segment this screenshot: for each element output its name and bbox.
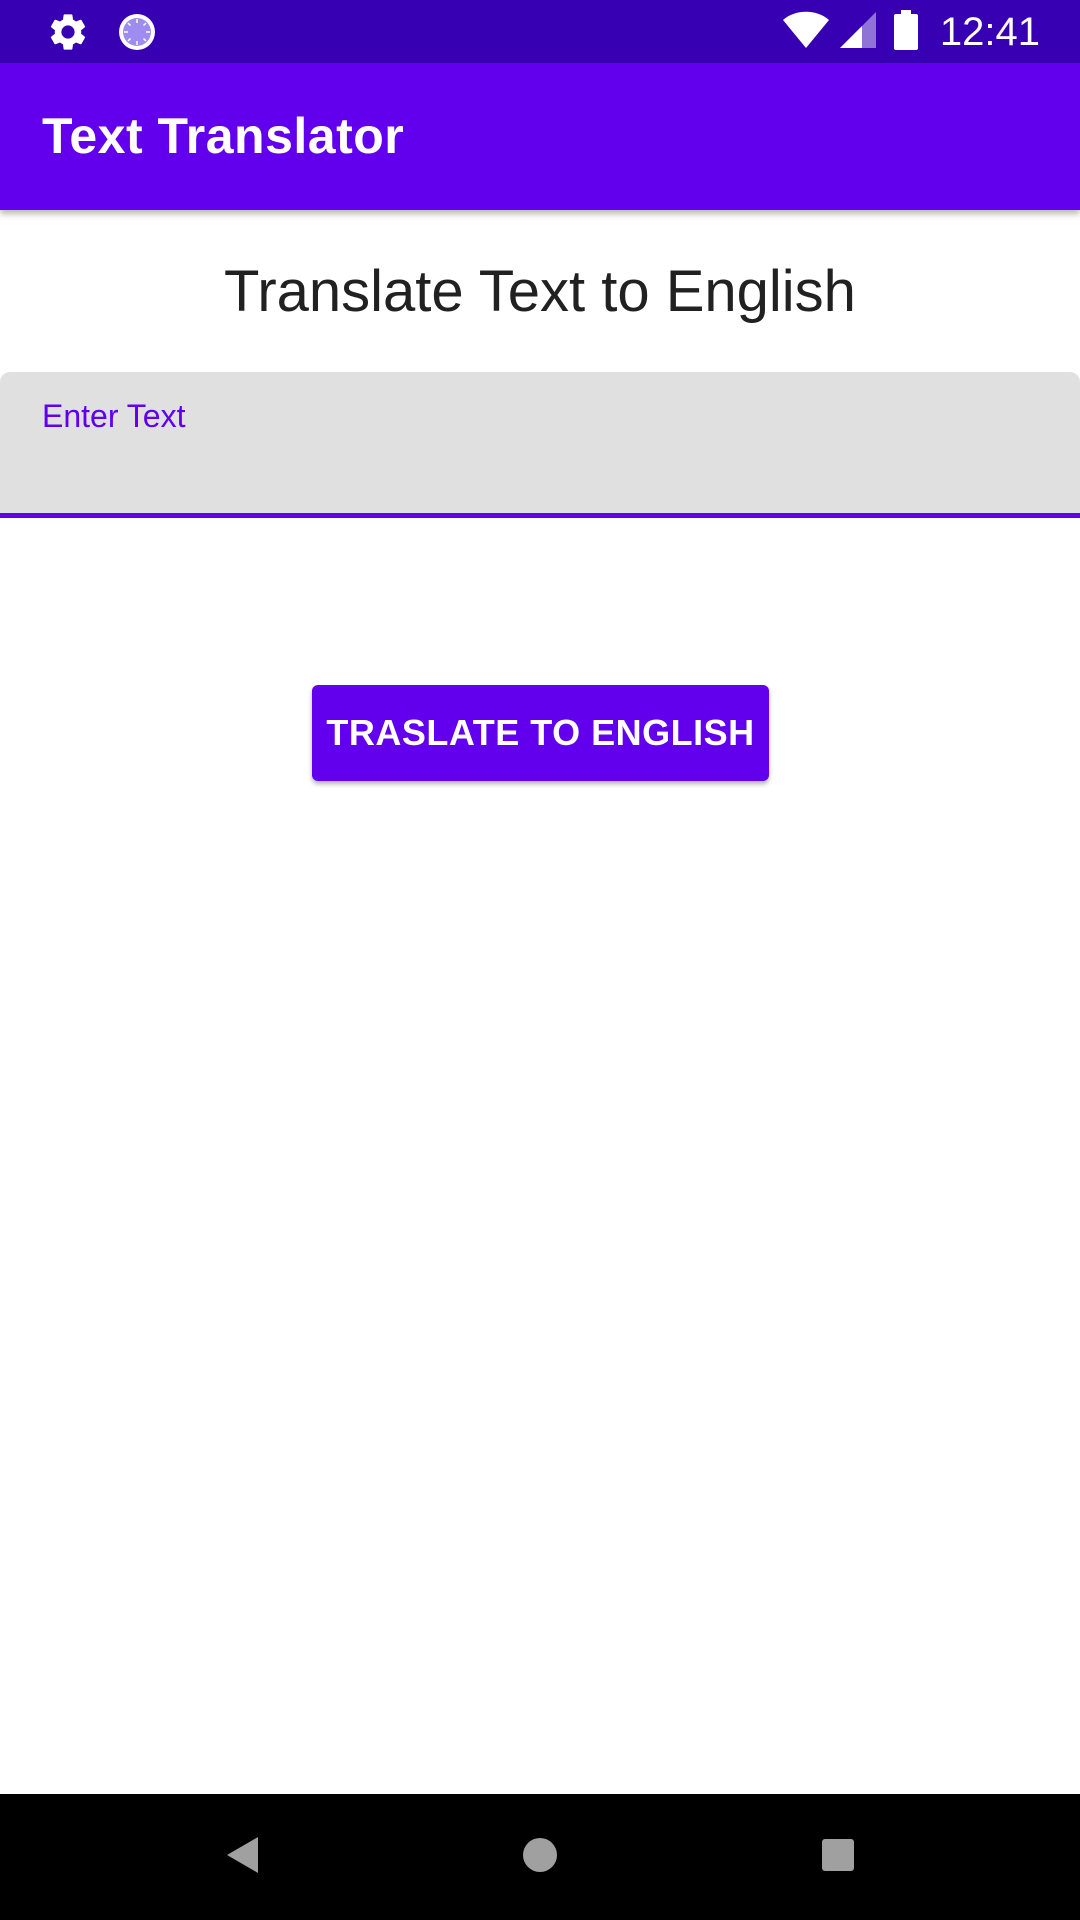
status-bar-right-icons: 12:41 — [782, 8, 1040, 56]
page-heading: Translate Text to English — [224, 259, 856, 324]
back-button[interactable] — [212, 1827, 272, 1887]
translate-button[interactable]: TRASLATE TO ENGLISH — [312, 685, 769, 781]
app-bar: Text Translator — [0, 63, 1080, 210]
recents-button[interactable] — [808, 1827, 868, 1887]
status-bar: 12:41 — [0, 0, 1080, 63]
settings-icon — [46, 10, 90, 59]
wifi-icon — [782, 10, 830, 55]
recents-icon — [821, 1838, 855, 1877]
home-icon — [521, 1836, 559, 1879]
navigation-bar — [0, 1794, 1080, 1920]
battery-icon — [893, 9, 918, 55]
sync-progress-icon — [116, 11, 158, 58]
text-input[interactable] — [42, 446, 1038, 502]
text-input-label: Enter Text — [42, 398, 186, 434]
back-icon — [224, 1835, 260, 1880]
status-time: 12:41 — [939, 10, 1040, 54]
home-button[interactable] — [510, 1827, 570, 1887]
app-title: Text Translator — [42, 108, 405, 164]
status-bar-left-icons — [46, 10, 158, 59]
screen: 12:41 Text Translator Translate Text to … — [0, 0, 1080, 1920]
cellular-signal-icon — [838, 10, 878, 55]
text-input-field[interactable]: Enter Text — [0, 372, 1080, 518]
